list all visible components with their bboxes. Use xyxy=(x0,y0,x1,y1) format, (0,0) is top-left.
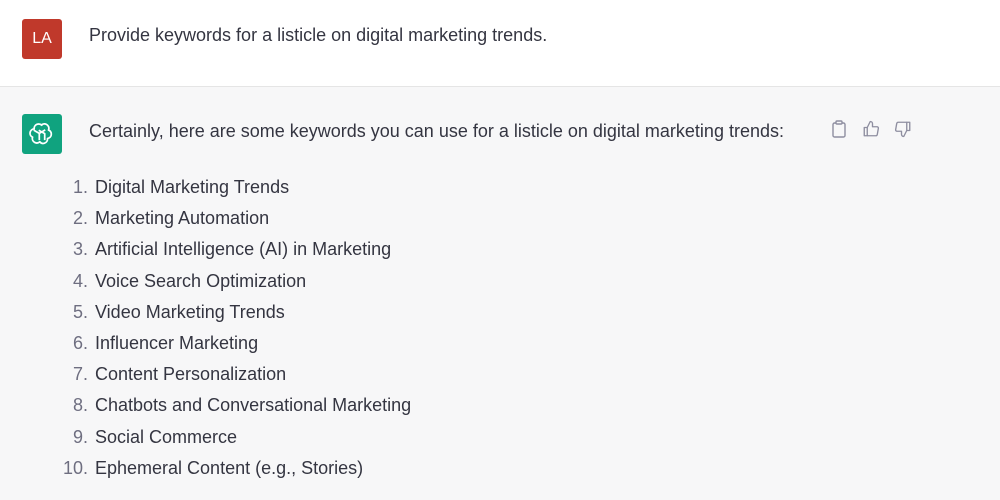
keyword-text: Content Personalization xyxy=(95,364,287,385)
keyword-list-item: 7. Content Personalization xyxy=(60,359,411,390)
keyword-number: 6. xyxy=(72,333,88,354)
user-message-text: Provide keywords for a listicle on digit… xyxy=(89,25,548,45)
keyword-list-item: 8. Chatbots and Conversational Marketing xyxy=(60,390,411,421)
keyword-list-item: 1. Digital Marketing Trends xyxy=(60,172,411,203)
keyword-list-item: 9. Social Commerce xyxy=(60,422,411,453)
message-actions xyxy=(828,118,914,140)
keyword-text: Voice Search Optimization xyxy=(95,270,307,291)
chat-page: LA Provide keywords for a listicle on di… xyxy=(0,0,1000,500)
thumbs-up-icon[interactable] xyxy=(860,118,882,140)
keyword-list-item: 6. Influencer Marketing xyxy=(60,328,411,359)
openai-logo-icon xyxy=(22,114,62,154)
keyword-text: Marketing Automation xyxy=(95,208,270,229)
keyword-text: Artificial Intelligence (AI) in Marketin… xyxy=(95,239,392,260)
keyword-text: Social Commerce xyxy=(95,426,238,447)
keyword-number: 8. xyxy=(72,395,88,416)
keyword-text: Ephemeral Content (e.g., Stories) xyxy=(95,457,364,478)
keyword-list: 1. Digital Marketing Trends 2. Marketing Au… xyxy=(60,172,411,484)
user-avatar: LA xyxy=(22,19,62,59)
keyword-list-item: 5. Video Marketing Trends xyxy=(60,297,411,328)
keyword-text: Digital Marketing Trends xyxy=(95,177,290,198)
user-message-row: LA Provide keywords for a listicle on di… xyxy=(0,0,1000,87)
keyword-list-item: 4. Voice Search Optimization xyxy=(60,266,411,297)
keyword-number: 4. xyxy=(72,270,88,291)
keyword-list-item: 10. Ephemeral Content (e.g., Stories) xyxy=(60,453,411,484)
keyword-number: 9. xyxy=(72,426,88,447)
keyword-number: 1. xyxy=(72,177,88,198)
thumbs-down-icon[interactable] xyxy=(892,118,914,140)
keyword-number: 10. xyxy=(62,457,88,478)
keyword-number: 7. xyxy=(72,364,88,385)
keyword-number: 3. xyxy=(72,239,88,260)
keyword-list-item: 2. Marketing Automation xyxy=(60,203,411,234)
keyword-text: Chatbots and Conversational Marketing xyxy=(95,395,412,416)
keyword-text: Influencer Marketing xyxy=(95,333,259,354)
assistant-message-row: Certainly, here are some keywords you ca… xyxy=(0,87,1000,500)
keyword-text: Video Marketing Trends xyxy=(95,301,285,322)
keyword-list-item: 3. Artificial Intelligence (AI) in Market… xyxy=(60,234,411,265)
keyword-number: 2. xyxy=(72,208,88,229)
keyword-number: 5. xyxy=(72,301,88,322)
copy-icon[interactable] xyxy=(828,118,850,140)
assistant-intro-text: Certainly, here are some keywords you ca… xyxy=(89,121,784,141)
